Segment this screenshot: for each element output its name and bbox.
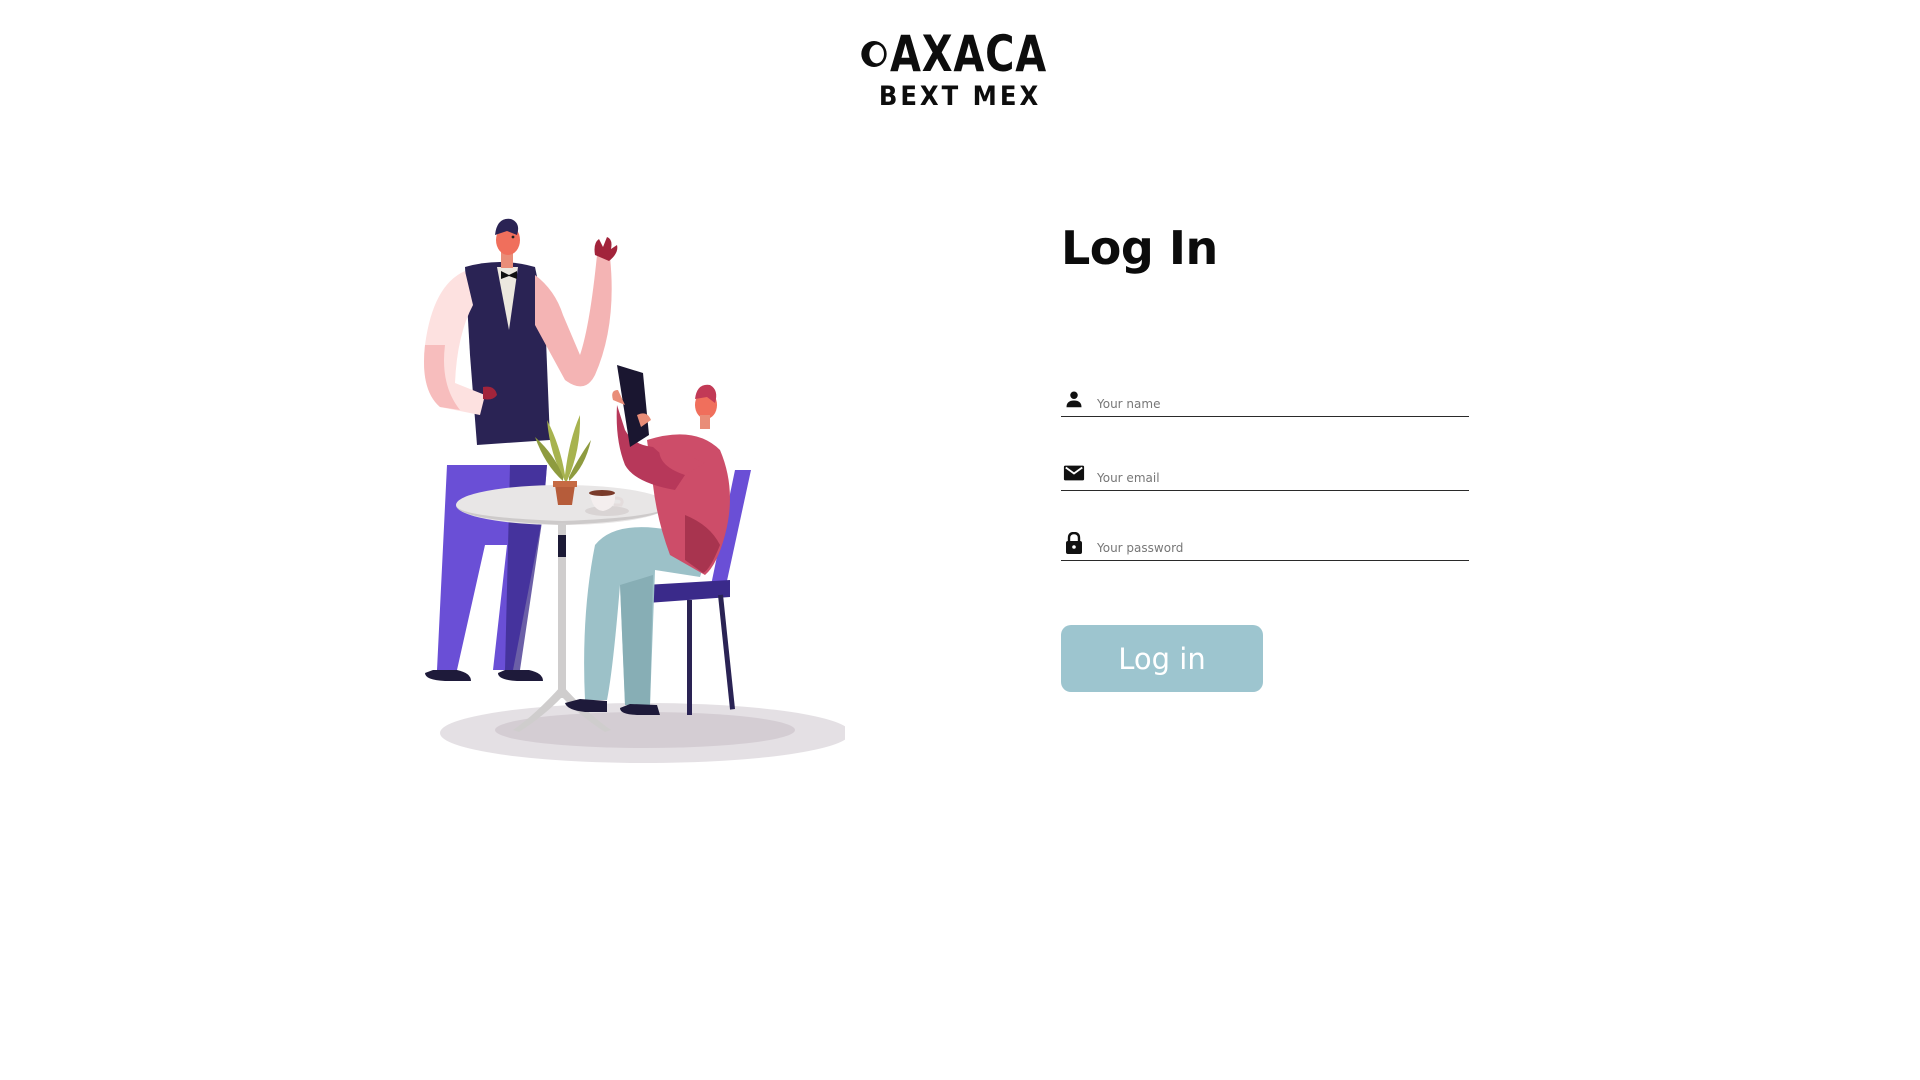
mail-icon — [1063, 462, 1085, 484]
logo-o-mark — [861, 41, 887, 67]
login-form: Log In Log in — [1061, 210, 1471, 692]
restaurant-waiter-illustration — [424, 218, 845, 763]
lock-icon — [1063, 532, 1085, 554]
email-input[interactable] — [1097, 468, 1469, 490]
login-page: AXACA BEXT MEX Log In Your name Your ema… — [0, 0, 1920, 1080]
name-input[interactable] — [1097, 394, 1469, 416]
logo-tagline: BEXT MEX — [878, 81, 1042, 112]
person-icon — [1063, 388, 1085, 410]
customer-figure — [565, 365, 751, 715]
password-input[interactable] — [1097, 538, 1469, 560]
email-field[interactable] — [1061, 456, 1469, 491]
login-button[interactable]: Log in — [1061, 625, 1263, 692]
logo-wordmark: AXACA — [860, 26, 1060, 82]
brand-logo: AXACA BEXT MEX — [860, 26, 1060, 116]
page-title: Log In — [1061, 221, 1218, 275]
password-field[interactable] — [1061, 526, 1469, 561]
logo-name: AXACA — [890, 25, 1048, 83]
name-field[interactable] — [1061, 382, 1469, 417]
